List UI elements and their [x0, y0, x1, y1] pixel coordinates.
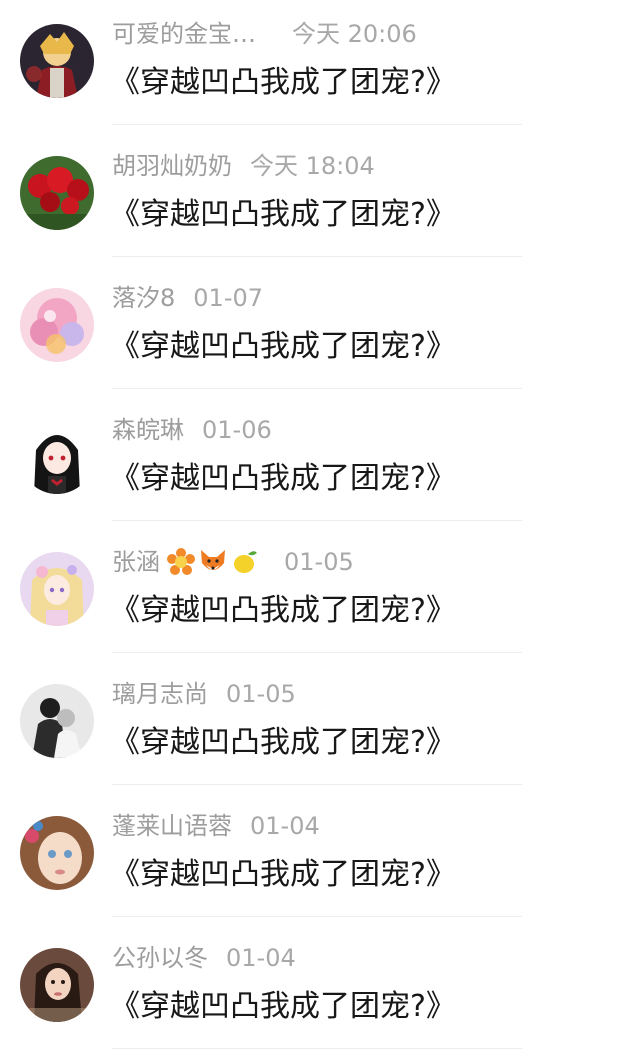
- divider: [112, 520, 522, 521]
- comment-meta: 可爱的金宝… 今天 20:06: [112, 17, 417, 51]
- timestamp: 今天 20:06: [292, 20, 417, 48]
- comment-meta: 胡羽灿奶奶 今天 18:04: [112, 149, 375, 183]
- username[interactable]: 森皖琳: [112, 413, 184, 447]
- anime-girl-black-hair-icon: [20, 420, 94, 494]
- avatar[interactable]: [20, 24, 94, 98]
- timestamp: 01-04: [226, 944, 296, 972]
- fox-icon: [198, 547, 228, 577]
- username[interactable]: 落汐8: [112, 281, 175, 315]
- comment-item[interactable]: 璃月志尚 01-05 《穿越凹凸我成了团宠?》: [0, 660, 640, 792]
- username[interactable]: 蓬莱山语蓉: [112, 809, 232, 843]
- comment-meta: 森皖琳 01-06: [112, 413, 272, 447]
- divider: [112, 784, 522, 785]
- red-roses-icon: [20, 156, 94, 230]
- comment-text[interactable]: 《穿越凹凸我成了团宠?》: [110, 590, 456, 632]
- username[interactable]: 公孙以冬: [112, 941, 208, 975]
- comment-meta: 落汐8 01-07: [112, 281, 263, 315]
- comment-text[interactable]: 《穿越凹凸我成了团宠?》: [110, 62, 456, 104]
- username[interactable]: 璃月志尚: [112, 677, 208, 711]
- comment-text[interactable]: 《穿越凹凸我成了团宠?》: [110, 722, 456, 764]
- comment-item[interactable]: 落汐8 01-07 《穿越凹凸我成了团宠?》: [0, 264, 640, 396]
- avatar[interactable]: [20, 684, 94, 758]
- timestamp: 01-05: [226, 680, 296, 708]
- lemon-icon: [230, 547, 260, 577]
- divider: [112, 256, 522, 257]
- avatar[interactable]: [20, 552, 94, 626]
- divider: [112, 1048, 522, 1049]
- divider: [112, 652, 522, 653]
- username[interactable]: 张涵: [112, 545, 160, 579]
- comment-text[interactable]: 《穿越凹凸我成了团宠?》: [110, 986, 456, 1028]
- comment-text[interactable]: 《穿越凹凸我成了团宠?》: [110, 458, 456, 500]
- black-white-couple-icon: [20, 684, 94, 758]
- timestamp: 今天 18:04: [250, 152, 375, 180]
- timestamp: 01-06: [202, 416, 272, 444]
- comment-item[interactable]: 森皖琳 01-06 《穿越凹凸我成了团宠?》: [0, 396, 640, 528]
- comment-text[interactable]: 《穿越凹凸我成了团宠?》: [110, 854, 456, 896]
- comment-item[interactable]: 公孙以冬 01-04 《穿越凹凸我成了团宠?》: [0, 924, 640, 1050]
- timestamp: 01-05: [284, 548, 354, 576]
- comment-meta: 蓬莱山语蓉 01-04: [112, 809, 320, 843]
- comment-meta: 张涵 01-05: [112, 545, 354, 579]
- flower-icon: [166, 547, 196, 577]
- avatar[interactable]: [20, 420, 94, 494]
- timestamp: 01-07: [193, 284, 264, 312]
- timestamp: 01-04: [250, 812, 320, 840]
- comment-meta: 公孙以冬 01-04: [112, 941, 296, 975]
- doll-face-icon: [20, 816, 94, 890]
- avatar[interactable]: [20, 156, 94, 230]
- anime-boy-avatar-icon: [20, 24, 94, 98]
- pink-anime-icon: [20, 288, 94, 362]
- divider: [112, 388, 522, 389]
- anime-girl-blonde-icon: [20, 552, 94, 626]
- comment-item[interactable]: 可爱的金宝… 今天 20:06 《穿越凹凸我成了团宠?》: [0, 0, 640, 132]
- emoji-badges: [166, 547, 262, 577]
- comment-item[interactable]: 蓬莱山语蓉 01-04 《穿越凹凸我成了团宠?》: [0, 792, 640, 924]
- comment-item[interactable]: 张涵 01-05 《穿越凹凸我成了团宠?》: [0, 528, 640, 660]
- comment-text[interactable]: 《穿越凹凸我成了团宠?》: [110, 326, 456, 368]
- avatar[interactable]: [20, 288, 94, 362]
- divider: [112, 124, 522, 125]
- avatar[interactable]: [20, 948, 94, 1022]
- username[interactable]: 可爱的金宝…: [112, 17, 256, 51]
- comment-meta: 璃月志尚 01-05: [112, 677, 296, 711]
- divider: [112, 916, 522, 917]
- comment-item[interactable]: 胡羽灿奶奶 今天 18:04 《穿越凹凸我成了团宠?》: [0, 132, 640, 264]
- comment-text[interactable]: 《穿越凹凸我成了团宠?》: [110, 194, 456, 236]
- comment-list: 可爱的金宝… 今天 20:06 《穿越凹凸我成了团宠?》 胡羽灿奶奶 今天 18…: [0, 0, 640, 1050]
- avatar[interactable]: [20, 816, 94, 890]
- username[interactable]: 胡羽灿奶奶: [112, 149, 232, 183]
- long-hair-girl-icon: [20, 948, 94, 1022]
